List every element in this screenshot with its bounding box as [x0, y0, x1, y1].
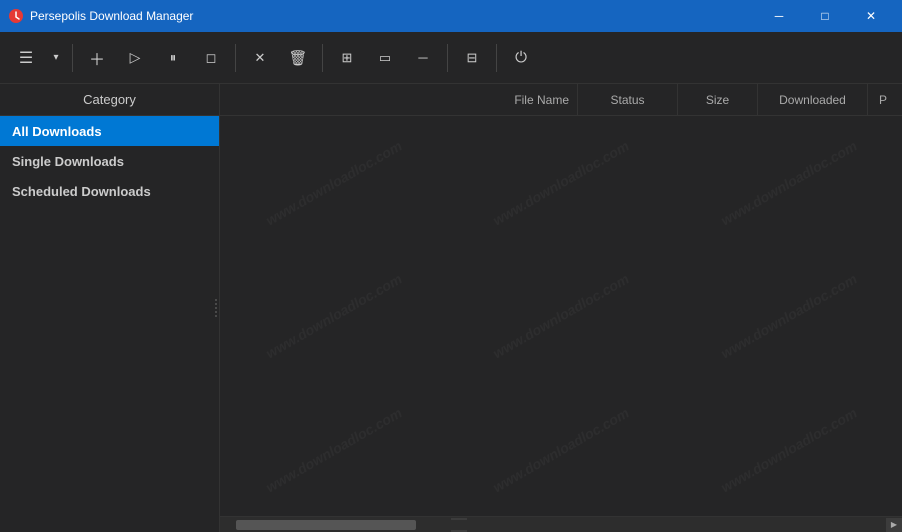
schedule-button[interactable]: ⊞: [329, 40, 365, 76]
resizer-dot: [215, 299, 217, 301]
watermark: www.downloadloc.com www.downloadloc.com …: [220, 116, 902, 516]
pause-button[interactable]: ⏸: [155, 40, 191, 76]
titlebar: Persepolis Download Manager ─ □ ✕: [0, 0, 902, 32]
watermark-text: www.downloadloc.com: [429, 335, 693, 516]
menu-button[interactable]: ☰: [8, 40, 44, 76]
toolbar-separator-3: [322, 44, 323, 72]
minimize-button[interactable]: ─: [405, 40, 441, 76]
horizontal-scrollbar[interactable]: ◀ ▶: [220, 516, 902, 532]
main-layout: Category All Downloads Single Downloads …: [0, 84, 902, 532]
toolbar-separator-4: [447, 44, 448, 72]
sidebar-item-scheduled-downloads[interactable]: Scheduled Downloads: [0, 176, 219, 206]
toolbar-separator-2: [235, 44, 236, 72]
sidebar-item-single-downloads[interactable]: Single Downloads: [0, 146, 219, 176]
scrollbar-track[interactable]: [236, 520, 870, 530]
col-size: Size: [678, 84, 758, 115]
power-button[interactable]: ⏻: [503, 40, 539, 76]
toolbar-separator-5: [496, 44, 497, 72]
toolbar: ☰ ▾ ＋ ▷ ⏸ ◻ ✕ 🗑 ⊞ ▭ ─ ⊟ ⏻: [0, 32, 902, 84]
resume-button[interactable]: ▷: [117, 40, 153, 76]
col-progress: P: [868, 84, 898, 115]
minimize-window-button[interactable]: ─: [756, 0, 802, 32]
content-area: File Name Status Size Downloaded P www.d…: [220, 84, 902, 532]
watermark-text: www.downloadloc.com: [220, 116, 465, 297]
fullscreen-button[interactable]: ⊟: [454, 40, 490, 76]
watermark-text: www.downloadloc.com: [220, 335, 465, 516]
resizer-dot: [215, 311, 217, 313]
col-file-name: File Name: [224, 84, 578, 115]
table-header: File Name Status Size Downloaded P: [220, 84, 902, 116]
col-downloaded: Downloaded: [758, 84, 868, 115]
toolbar-separator-1: [72, 44, 73, 72]
watermark-text: www.downloadloc.com: [657, 201, 902, 430]
dropdown-button[interactable]: ▾: [46, 40, 66, 76]
resizer-dot: [215, 307, 217, 309]
table-body: www.downloadloc.com www.downloadloc.com …: [220, 116, 902, 516]
resizer-dot: [215, 303, 217, 305]
delete-button[interactable]: 🗑: [280, 40, 316, 76]
sidebar-resizer[interactable]: [213, 288, 219, 328]
app-title: Persepolis Download Manager: [30, 9, 756, 23]
remove-button[interactable]: ✕: [242, 40, 278, 76]
watermark-text: www.downloadloc.com: [429, 201, 693, 430]
sidebar-item-all-downloads[interactable]: All Downloads: [0, 116, 219, 146]
watermark-text: www.downloadloc.com: [220, 201, 465, 430]
sidebar-category-header: Category: [0, 84, 219, 116]
watermark-text: www.downloadloc.com: [657, 335, 902, 516]
maximize-window-button[interactable]: □: [802, 0, 848, 32]
add-download-button[interactable]: ＋: [79, 40, 115, 76]
watermark-text: www.downloadloc.com: [429, 116, 693, 297]
resizer-dot: [215, 315, 217, 317]
close-window-button[interactable]: ✕: [848, 0, 894, 32]
watermark-text: www.downloadloc.com: [657, 116, 902, 297]
col-status: Status: [578, 84, 678, 115]
stop-button[interactable]: ◻: [193, 40, 229, 76]
window-controls: ─ □ ✕: [756, 0, 894, 32]
app-icon: [8, 8, 24, 24]
sidebar: Category All Downloads Single Downloads …: [0, 84, 220, 532]
window-view-button[interactable]: ▭: [367, 40, 403, 76]
scroll-right-arrow[interactable]: ▶: [886, 518, 902, 532]
scrollbar-thumb[interactable]: [236, 520, 416, 530]
